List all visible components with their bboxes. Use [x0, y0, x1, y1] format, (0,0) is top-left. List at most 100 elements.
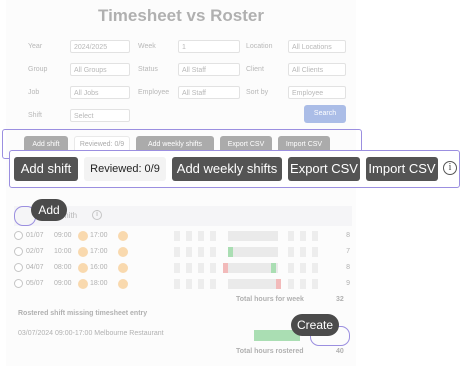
add-tooltip: Add [31, 199, 67, 221]
import-csv-button[interactable]: Import CSV [366, 157, 438, 181]
clock-icon [78, 247, 88, 257]
shift-end: 18:00 [90, 280, 108, 287]
day-cell [186, 263, 192, 273]
shift-hours: 9 [346, 280, 350, 287]
day-cell [174, 279, 180, 289]
day-cell [210, 247, 216, 257]
total-rostered-label: Total hours rostered [236, 348, 304, 355]
day-cell [300, 263, 306, 273]
shift-start: 10:00 [54, 248, 72, 255]
location-select[interactable]: All Locations [288, 40, 346, 53]
shift-start: 09:00 [54, 280, 72, 287]
end-marker [271, 263, 276, 273]
late-marker [276, 279, 281, 289]
select-radio[interactable] [14, 231, 23, 240]
total-week-label: Total hours for week [236, 296, 304, 303]
day-cell [300, 247, 306, 257]
week-input[interactable]: 1 [178, 40, 240, 53]
page-title: Timesheet vs Roster [98, 6, 264, 25]
select-radio[interactable] [14, 263, 23, 272]
select-radio[interactable] [14, 247, 23, 256]
day-cell [186, 279, 192, 289]
shift-end: 16:00 [90, 264, 108, 271]
shift-select[interactable]: Select [70, 109, 130, 122]
shift-end: 17:00 [90, 248, 108, 255]
shift-label: Shift [28, 112, 43, 119]
start-marker [228, 247, 233, 257]
clock-icon [118, 231, 128, 241]
shift-start: 08:00 [54, 264, 72, 271]
clock-icon [118, 247, 128, 257]
day-cell [174, 247, 180, 257]
day-cell [312, 279, 318, 289]
status-label: Status [138, 66, 158, 73]
shift-date: 01/07 [26, 232, 44, 239]
create-tooltip: Create [291, 314, 339, 336]
hours-bar [228, 231, 278, 241]
add-weekly-shifts-button[interactable]: Add weekly shifts [172, 157, 282, 181]
day-cell [210, 279, 216, 289]
day-cell [300, 279, 306, 289]
day-cell [312, 263, 318, 273]
day-cell [198, 279, 204, 289]
status-select[interactable]: All Staff [178, 63, 240, 76]
shift-start: 09:00 [54, 232, 72, 239]
day-cell [210, 263, 216, 273]
job-select[interactable]: All Jobs [70, 86, 130, 99]
shift-date: 04/07 [26, 264, 44, 271]
group-select[interactable]: All Groups [70, 63, 130, 76]
week-label: Week [138, 43, 156, 50]
shift-row[interactable]: 01/07 09:00 17:00 8 [14, 230, 352, 242]
clock-icon [78, 263, 88, 273]
shift-hours: 8 [346, 264, 350, 271]
employee-label: Employee [138, 89, 170, 96]
day-cell [198, 231, 204, 241]
day-cell [288, 263, 294, 273]
shift-row[interactable]: 02/07 10:00 17:00 7 [14, 246, 352, 258]
info-icon-small: i [92, 210, 102, 220]
shift-hours: 7 [346, 248, 350, 255]
shift-date: 05/07 [26, 280, 44, 287]
day-cell [210, 231, 216, 241]
group-label: Group [28, 66, 48, 73]
employee-select[interactable]: All Staff [178, 86, 240, 99]
sortby-select[interactable]: Employee [288, 86, 346, 99]
shift-date: 02/07 [26, 248, 44, 255]
day-cell [174, 231, 180, 241]
clock-icon [78, 279, 88, 289]
day-cell [312, 231, 318, 241]
export-csv-button[interactable]: Export CSV [288, 157, 360, 181]
client-select[interactable]: All Clients [288, 63, 346, 76]
day-cell [288, 247, 294, 257]
total-week-value: 32 [336, 296, 344, 303]
job-label: Job [28, 89, 40, 96]
shift-row[interactable]: 05/07 09:00 18:00 9 [14, 278, 352, 290]
shift-row[interactable]: 04/07 08:00 16:00 8 [14, 262, 352, 274]
sortby-label: Sort by [246, 89, 269, 96]
add-shift-button[interactable]: Add shift [14, 157, 78, 181]
missing-shift-row: 03/07/2024 09:00-17:00 Melbourne Restaur… [18, 330, 164, 337]
day-cell [288, 279, 294, 289]
toolbar-zoom: Add shift Reviewed: 0/9 Add weekly shift… [9, 150, 460, 188]
day-cell [198, 263, 204, 273]
clock-icon [118, 263, 128, 273]
day-cell [288, 231, 294, 241]
clock-icon [118, 279, 128, 289]
early-marker [223, 263, 228, 273]
day-cell [198, 247, 204, 257]
year-select[interactable]: 2024/2025 [70, 40, 130, 53]
day-cell [174, 263, 180, 273]
shift-hours: 8 [346, 232, 350, 239]
client-label: Client [246, 66, 264, 73]
location-label: Location [246, 43, 273, 50]
reviewed-badge: Reviewed: 0/9 [84, 157, 166, 181]
hours-bar [228, 247, 278, 257]
search-button[interactable]: Search [304, 105, 346, 123]
select-radio[interactable] [14, 279, 23, 288]
day-cell [186, 247, 192, 257]
screen: Timesheet vs Roster Year 2024/2025 Week … [0, 0, 461, 366]
hours-bar [228, 279, 278, 289]
day-cell [312, 247, 318, 257]
year-label: Year [28, 43, 43, 50]
info-icon[interactable]: i [443, 161, 457, 175]
